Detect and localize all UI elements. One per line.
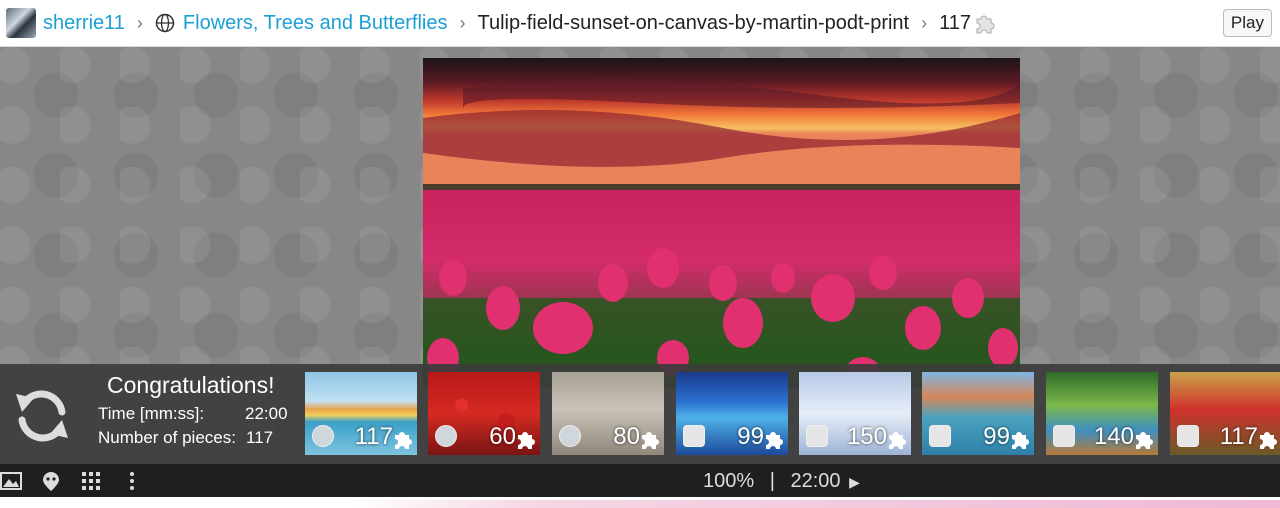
play-button[interactable]: Play [1222,9,1272,37]
globe-icon [155,13,175,33]
completion-panel: Congratulations! Time [mm:ss]: 22:00 Num… [0,364,1280,464]
puzzle-thumbnail[interactable]: 150 [799,372,911,455]
puzzle-thumbnail[interactable]: 117 [1170,372,1280,455]
avatar [1053,425,1075,447]
puzzle-thumbnail[interactable]: 80 [552,372,664,455]
thumbnail-piece-count: 150 [846,423,887,450]
timer: 22:00 [790,470,841,492]
puzzle-piece-icon [1136,432,1153,449]
avatar[interactable] [6,8,36,38]
piece-count: 117 [939,11,971,34]
puzzle-piece-icon [1012,432,1029,449]
time-label: Time [mm:ss]: [98,404,205,423]
pieces-label: Number of pieces: [98,428,236,447]
thumbnail-piece-count: 140 [1093,423,1134,450]
more-icon[interactable] [121,470,143,492]
avatar [559,425,581,447]
play-arrow-icon[interactable]: ▶ [849,474,860,490]
puzzle-piece-icon [395,432,412,449]
avatar [1177,425,1199,447]
congrats-heading: Congratulations! [107,372,275,398]
puzzle-thumbnail[interactable]: 99 [676,372,788,455]
puzzle-piece-icon [766,432,783,449]
breadcrumb-header: sherrie11 › Flowers, Trees and Butterfli… [0,0,1280,47]
thumbnail-piece-count: 117 [1219,423,1258,450]
grid-icon[interactable] [80,470,102,492]
time-value: 22:00 [245,404,288,423]
chevron-right-icon: › [459,12,466,33]
puzzle-piece-icon [976,15,995,34]
puzzle-piece-icon [518,432,535,449]
thumbnail-piece-count: 117 [354,423,393,450]
refresh-icon[interactable] [10,384,74,448]
pieces-value: 117 [246,428,274,447]
ghost-icon[interactable] [40,470,62,492]
puzzle-thumbnail[interactable]: 99 [922,372,1034,455]
thumbnail-piece-count: 99 [983,423,1010,450]
toolbar-separator: | [769,470,775,492]
avatar [806,425,828,447]
thumbnail-piece-count: 80 [613,423,640,450]
puzzle-thumbnail[interactable]: 60 [428,372,540,455]
avatar [312,425,334,447]
decorative-strip [350,500,1280,508]
puzzle-toolbar: 100% | 22:00 ▶ [0,464,1280,497]
puzzle-thumbnail[interactable]: 117 [305,372,417,455]
puzzle-title: Tulip-field-sunset-on-canvas-by-martin-p… [477,11,910,34]
puzzle-piece-icon [642,432,659,449]
username-link[interactable]: sherrie11 [43,12,125,35]
category-link[interactable]: Flowers, Trees and Butterflies [183,12,448,35]
thumbnail-piece-count: 99 [737,423,764,450]
zoom-level[interactable]: 100% [703,470,754,492]
thumbnail-piece-count: 60 [489,423,516,450]
puzzle-thumbnail[interactable]: 140 [1046,372,1158,455]
bottom-strip [0,497,1280,508]
puzzle-piece-icon [1260,432,1277,449]
avatar [929,425,951,447]
zoom-and-time: 100% | 22:00 ▶ [703,470,860,493]
puzzle-piece-icon [889,432,906,449]
chevron-right-icon: › [921,12,928,33]
avatar [683,425,705,447]
chevron-right-icon: › [136,12,143,33]
completed-puzzle-image [423,58,1020,388]
avatar [435,425,457,447]
image-icon[interactable] [0,470,22,492]
